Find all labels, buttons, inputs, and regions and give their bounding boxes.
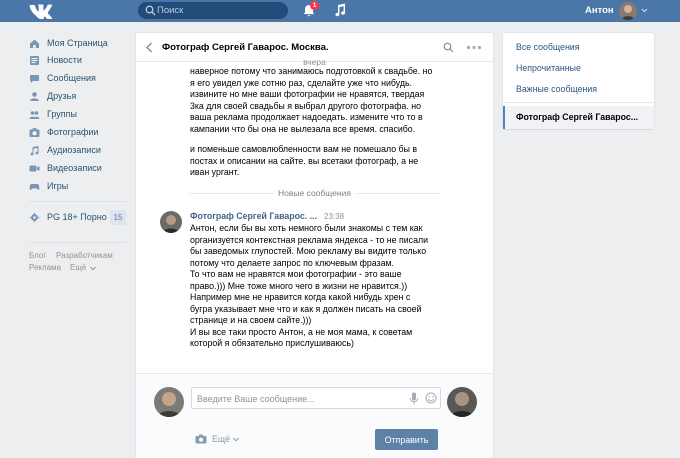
filter-all-messages[interactable]: Все сообщения bbox=[516, 42, 580, 52]
menu-item-label: Моя Страница bbox=[47, 38, 108, 48]
user-name[interactable]: Антон bbox=[585, 5, 614, 16]
footer-link-blog[interactable]: Блог bbox=[29, 251, 46, 260]
footer-link-ads[interactable]: Реклама bbox=[29, 263, 61, 272]
back-arrow-icon[interactable] bbox=[145, 42, 154, 53]
menu-item-audio[interactable]: Аудиозаписи bbox=[29, 142, 129, 158]
friends-icon bbox=[30, 91, 39, 101]
chevron-down-icon[interactable] bbox=[90, 266, 96, 271]
footer-link-developers[interactable]: Разработчикам bbox=[56, 251, 113, 260]
menu-item-label: PG 18+ Порно bbox=[47, 212, 107, 222]
user-avatar[interactable] bbox=[619, 2, 637, 20]
message-author[interactable]: Фотограф Сергей Гаварос. ... bbox=[190, 211, 317, 221]
vk-logo-icon[interactable] bbox=[29, 3, 53, 19]
menu-item-label: Друзья bbox=[47, 91, 77, 101]
day-separator-label: вчера bbox=[303, 57, 326, 67]
footer-link-more[interactable]: Ещё bbox=[70, 263, 86, 272]
search-box[interactable] bbox=[138, 2, 288, 19]
message-composer: Ещё Отправить bbox=[136, 373, 493, 458]
avatar[interactable] bbox=[154, 387, 184, 417]
menu-separator bbox=[29, 201, 127, 202]
message-text: Антон, если бы вы хоть немного были знак… bbox=[190, 223, 429, 348]
search-icon bbox=[145, 5, 156, 16]
more-options-icon[interactable] bbox=[466, 45, 482, 50]
chevron-down-icon[interactable] bbox=[641, 7, 648, 14]
games-icon bbox=[29, 183, 40, 190]
active-dialog-label: Фотограф Сергей Гаварос... bbox=[516, 112, 639, 122]
notifications-badge: 1 bbox=[310, 1, 319, 10]
divider bbox=[503, 102, 654, 103]
community-count-badge: 15 bbox=[110, 210, 126, 225]
menu-separator bbox=[29, 242, 127, 243]
message-text: наверное потому что занимаюсь подготовко… bbox=[190, 66, 433, 134]
menu-item-label: Новости bbox=[47, 55, 82, 65]
audio-icon bbox=[30, 145, 39, 155]
menu-item-label: Сообщения bbox=[47, 73, 96, 83]
music-icon[interactable] bbox=[334, 3, 346, 17]
video-icon bbox=[29, 165, 40, 171]
menu-item-messages[interactable]: Сообщения bbox=[29, 70, 129, 86]
divider bbox=[356, 193, 440, 194]
menu-item-label: Группы bbox=[47, 109, 77, 119]
menu-item-label: Игры bbox=[47, 181, 69, 191]
home-icon bbox=[30, 39, 39, 48]
microphone-icon[interactable] bbox=[409, 392, 419, 405]
attach-more-label[interactable]: Ещё bbox=[212, 434, 230, 444]
filter-important[interactable]: Важные сообщения bbox=[516, 84, 597, 94]
messages-icon bbox=[30, 74, 39, 83]
avatar[interactable] bbox=[160, 211, 182, 233]
menu-item-games[interactable]: Игры bbox=[29, 178, 129, 194]
message-input-box[interactable] bbox=[191, 387, 441, 409]
news-icon bbox=[30, 55, 39, 65]
message-input[interactable] bbox=[197, 391, 397, 406]
menu-item-label: Фотографии bbox=[47, 127, 99, 137]
menu-item-video[interactable]: Видеозаписи bbox=[29, 160, 129, 176]
camera-icon[interactable] bbox=[195, 434, 207, 444]
chevron-down-icon[interactable] bbox=[233, 437, 239, 442]
menu-item-label: Видеозаписи bbox=[47, 163, 102, 173]
active-dialog-item[interactable]: Фотограф Сергей Гаварос... bbox=[503, 106, 654, 129]
gear-icon bbox=[29, 212, 40, 222]
dialog-title[interactable]: Фотограф Сергей Гаварос. Москва. bbox=[162, 42, 329, 53]
menu-item-friends[interactable]: Друзья bbox=[29, 88, 129, 104]
message-text: и поменьше самовлюбленности вам не помеш… bbox=[190, 144, 419, 177]
menu-item-my-page[interactable]: Моя Страница bbox=[29, 35, 129, 51]
search-icon[interactable] bbox=[443, 42, 454, 53]
message-time: 23:38 bbox=[324, 212, 345, 221]
menu-item-label: Аудиозаписи bbox=[47, 145, 101, 155]
search-input[interactable] bbox=[157, 3, 282, 18]
smile-icon[interactable] bbox=[425, 392, 437, 404]
menu-item-photos[interactable]: Фотографии bbox=[29, 124, 129, 140]
dialog-panel: Фотограф Сергей Гаварос. Москва. вчера н… bbox=[136, 33, 493, 458]
top-bar: 1 Антон bbox=[0, 0, 680, 22]
photo-icon bbox=[29, 127, 40, 137]
right-panel: Все сообщения Непрочитанные Важные сообщ… bbox=[503, 33, 654, 129]
filter-unread[interactable]: Непрочитанные bbox=[516, 63, 581, 73]
menu-item-news[interactable]: Новости bbox=[29, 52, 129, 68]
groups-icon bbox=[29, 110, 40, 119]
avatar[interactable] bbox=[447, 387, 477, 417]
send-button[interactable]: Отправить bbox=[375, 429, 438, 450]
menu-item-groups[interactable]: Группы bbox=[29, 106, 129, 122]
